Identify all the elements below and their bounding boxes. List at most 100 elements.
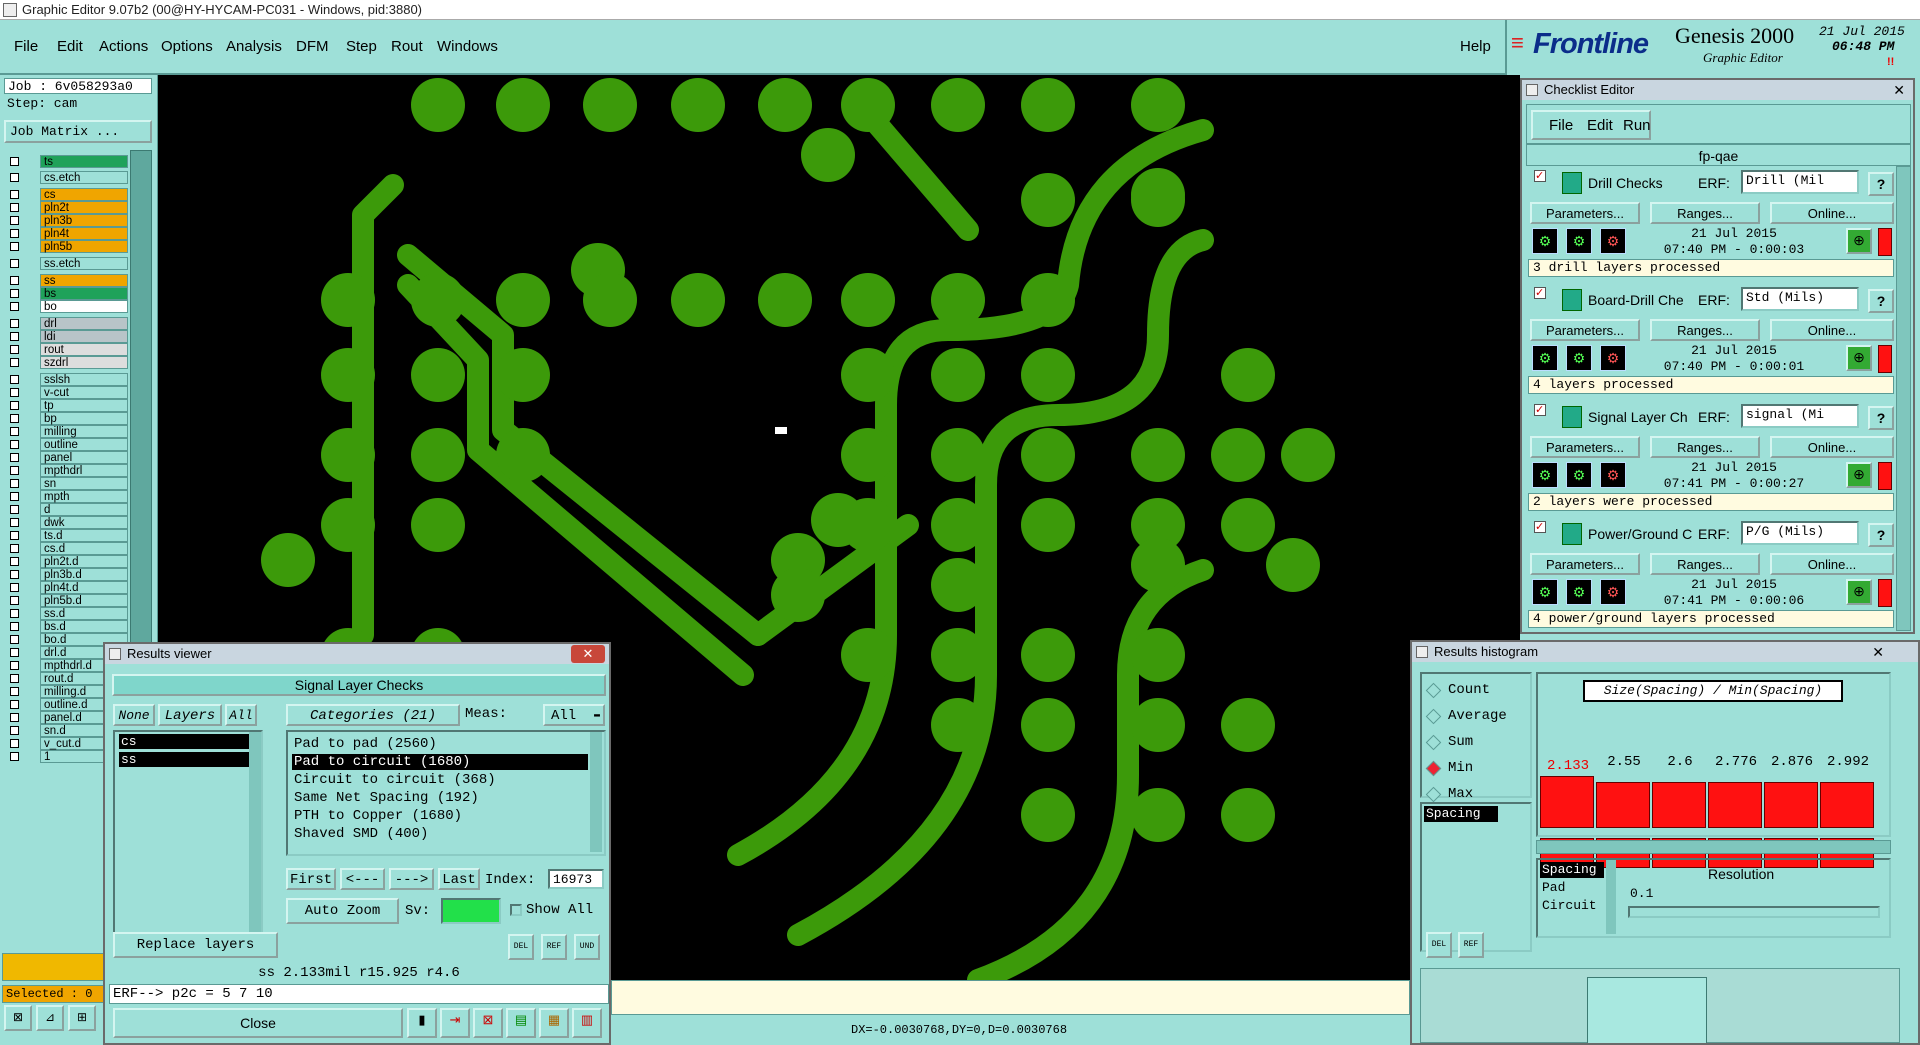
layer-checkbox[interactable] [10, 401, 19, 410]
layer-checkbox[interactable] [10, 531, 19, 540]
layer-checkbox[interactable] [10, 332, 19, 341]
ranges-button[interactable]: Ranges... [1650, 319, 1760, 341]
layer-checkbox[interactable] [10, 427, 19, 436]
layer-row[interactable]: cs.etch [6, 171, 128, 184]
histogram-bar[interactable] [1540, 776, 1594, 828]
layer-checkbox[interactable] [10, 635, 19, 644]
view-results-icon[interactable]: ⊕ [1846, 579, 1872, 605]
menu-file[interactable]: File [14, 38, 38, 55]
category-item[interactable]: Pad to circuit (1680) [292, 754, 588, 770]
layer-row[interactable]: bo [6, 300, 128, 313]
layer-checkbox[interactable] [10, 739, 19, 748]
histogram-icon[interactable]: ▥ [572, 1008, 602, 1038]
layer-row[interactable]: pln3b.d [6, 568, 128, 581]
parameters-button[interactable]: Parameters... [1530, 436, 1640, 458]
run-icon[interactable]: ⚙ [1532, 345, 1558, 371]
online-button[interactable]: Online... [1770, 436, 1894, 458]
help-icon[interactable]: ? [1868, 289, 1894, 313]
stop-icon[interactable]: ⚙ [1600, 228, 1626, 254]
ranges-button[interactable]: Ranges... [1650, 202, 1760, 224]
layer-row[interactable]: ts [6, 155, 128, 168]
ranges-button[interactable]: Ranges... [1650, 553, 1760, 575]
parameters-button[interactable]: Parameters... [1530, 553, 1640, 575]
layer-checkbox[interactable] [10, 713, 19, 722]
layer-checkbox[interactable] [10, 242, 19, 251]
menu-help[interactable]: Help [1460, 38, 1491, 55]
layer-row[interactable]: ss.d [6, 607, 128, 620]
layer-checkbox[interactable] [10, 173, 19, 182]
tool-measure-icon[interactable]: ⊿ [36, 1005, 64, 1031]
layer-checkbox[interactable] [10, 157, 19, 166]
menu-step[interactable]: Step [346, 38, 377, 55]
categories-button[interactable]: Categories (21) [286, 704, 460, 726]
category-item[interactable]: Same Net Spacing (192) [292, 790, 588, 806]
help-icon[interactable]: ? [1868, 406, 1894, 430]
layer-checkbox[interactable] [10, 557, 19, 566]
layers-button[interactable]: Layers [158, 704, 222, 726]
layer-checkbox[interactable] [10, 479, 19, 488]
menu-options[interactable]: Options [161, 38, 213, 55]
menu-windows[interactable]: Windows [437, 38, 498, 55]
layer-checkbox[interactable] [10, 440, 19, 449]
aggregate-option[interactable]: Min [1425, 760, 1526, 780]
category-item[interactable]: Pad to pad (2560) [292, 736, 588, 752]
layer-row[interactable]: mpthdrl [6, 464, 128, 477]
layer-checkbox[interactable] [10, 375, 19, 384]
layer-checkbox[interactable] [10, 203, 19, 212]
layer-checkbox[interactable] [10, 259, 19, 268]
item-enabled-checkbox[interactable]: ✓ [1534, 521, 1546, 533]
layer-row[interactable]: pln2t.d [6, 555, 128, 568]
tool-zoom-icon[interactable]: ⊠ [4, 1005, 32, 1031]
ranges-button[interactable]: Ranges... [1650, 436, 1760, 458]
histogram-bar[interactable] [1596, 782, 1650, 828]
stop-icon[interactable]: ⚙ [1600, 462, 1626, 488]
checklist-menu-run[interactable]: Run [1623, 117, 1651, 134]
layer-row[interactable]: cs [6, 188, 128, 201]
resolution-slider[interactable] [1628, 906, 1880, 918]
histogram-bar[interactable] [1652, 782, 1706, 828]
histogram-bar[interactable] [1708, 782, 1762, 828]
layer-checkbox[interactable] [10, 414, 19, 423]
menu-actions[interactable]: Actions [99, 38, 148, 55]
item-enabled-checkbox[interactable]: ✓ [1534, 404, 1546, 416]
report-icon[interactable]: ▦ [539, 1008, 569, 1038]
histogram-scrollbar[interactable] [1536, 840, 1891, 854]
layer-checkbox[interactable] [10, 276, 19, 285]
highlight-icon[interactable]: ▮ [407, 1008, 437, 1038]
parameters-button[interactable]: Parameters... [1530, 319, 1640, 341]
prev-button[interactable]: <--- [340, 868, 385, 890]
layer-checkbox[interactable] [10, 190, 19, 199]
layer-row[interactable]: tp [6, 399, 128, 412]
sv-color-picker[interactable] [441, 898, 501, 924]
measure-item[interactable]: Spacing [1540, 862, 1604, 878]
layer-row[interactable]: v-cut [6, 386, 128, 399]
layer-checkbox[interactable] [10, 726, 19, 735]
layer-checkbox[interactable] [10, 596, 19, 605]
category-item[interactable]: PTH to Copper (1680) [292, 808, 588, 824]
layer-checkbox[interactable] [10, 570, 19, 579]
layer-checkbox[interactable] [10, 687, 19, 696]
layer-row[interactable]: panel [6, 451, 128, 464]
layer-row[interactable]: rout [6, 343, 128, 356]
next-button[interactable]: ---> [389, 868, 434, 890]
layer-row[interactable]: pln2t [6, 201, 128, 214]
layer-row[interactable]: pln4t [6, 227, 128, 240]
layer-checkbox[interactable] [10, 622, 19, 631]
view-results-icon[interactable]: ⊕ [1846, 462, 1872, 488]
layer-checkbox[interactable] [10, 700, 19, 709]
layer-row[interactable]: bs.d [6, 620, 128, 633]
run-icon[interactable]: ⚙ [1532, 579, 1558, 605]
run-all-icon[interactable]: ⚙ [1566, 345, 1592, 371]
layer-checkbox[interactable] [10, 216, 19, 225]
menu-dfm[interactable]: DFM [296, 38, 329, 55]
delete-icon[interactable]: DEL [508, 934, 534, 960]
job-matrix-button[interactable]: Job Matrix ... [4, 120, 152, 143]
run-icon[interactable]: ⚙ [1532, 228, 1558, 254]
layer-row[interactable]: bs [6, 287, 128, 300]
layer-checkbox[interactable] [10, 492, 19, 501]
clear-icon[interactable]: ⊠ [473, 1008, 503, 1038]
close-icon[interactable]: ✕ [571, 645, 605, 663]
autozoom-dropdown[interactable]: Auto Zoom [286, 898, 399, 924]
measure-item[interactable]: Circuit [1540, 898, 1597, 914]
close-icon[interactable]: ✕ [1893, 80, 1905, 100]
